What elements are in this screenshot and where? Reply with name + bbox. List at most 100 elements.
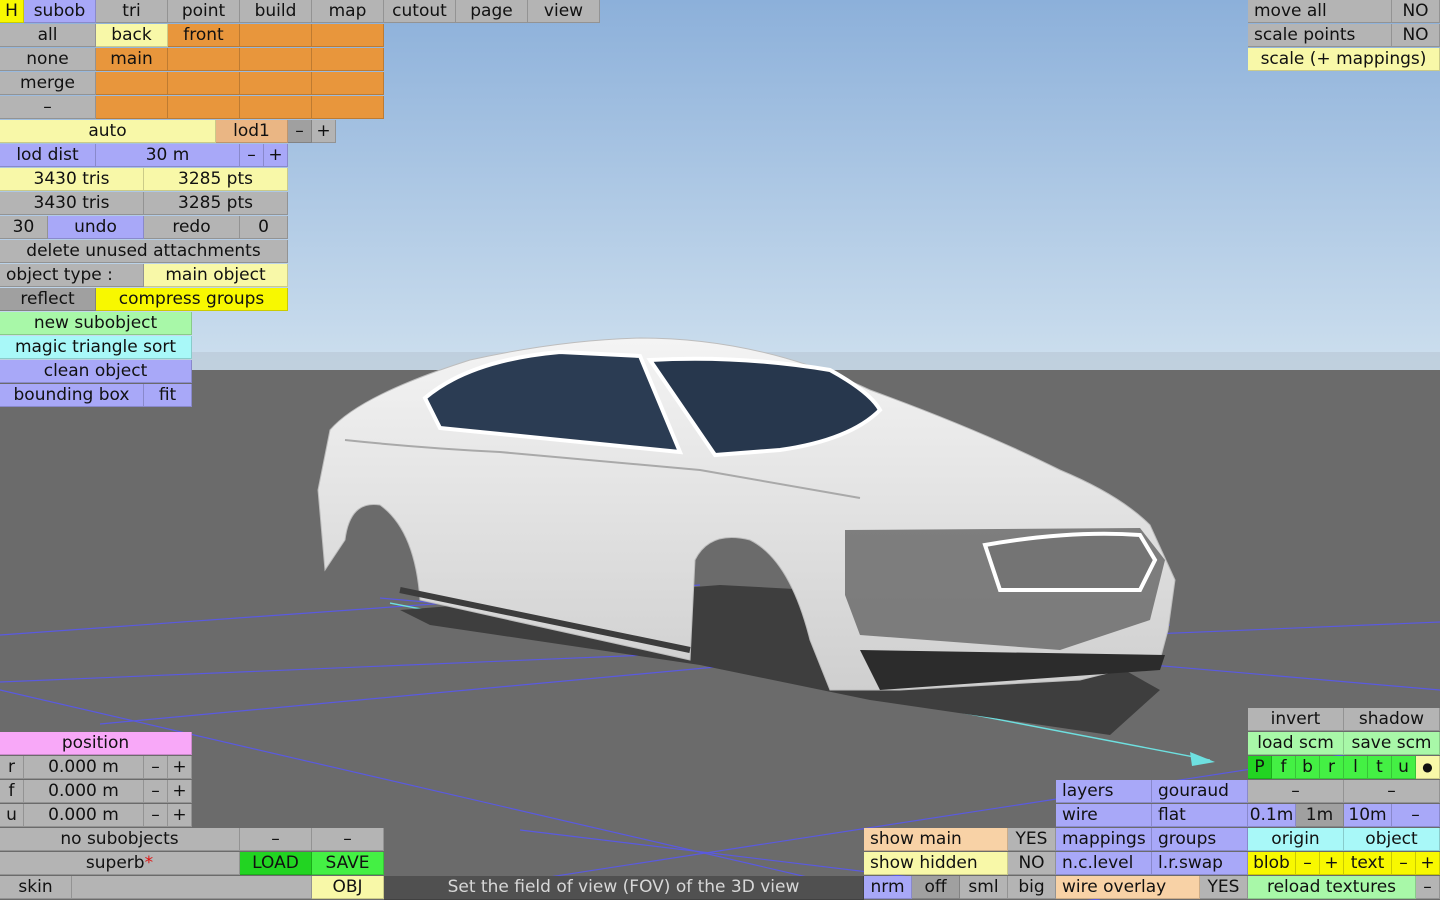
blob-plus-button[interactable]: +	[1320, 852, 1344, 875]
save-scm-button[interactable]: save scm	[1344, 732, 1440, 755]
blob-button[interactable]: blob	[1248, 852, 1296, 875]
clean-object-button[interactable]: clean object	[0, 360, 192, 383]
tab-build[interactable]: build	[240, 0, 312, 23]
object-type-value[interactable]: main object	[144, 264, 288, 287]
magic-triangle-sort-button[interactable]: magic triangle sort	[0, 336, 192, 359]
mappings-button[interactable]: mappings	[1056, 828, 1152, 851]
render-quality-button[interactable]: superb*	[0, 852, 240, 875]
text-button[interactable]: text	[1344, 852, 1392, 875]
position-f-minus-button[interactable]: –	[144, 780, 168, 803]
groups-button[interactable]: groups	[1152, 828, 1248, 851]
lr-swap-button[interactable]: l.r.swap	[1152, 852, 1248, 875]
small-button[interactable]: sml	[960, 876, 1008, 899]
show-hidden-value[interactable]: NO	[1008, 852, 1056, 875]
show-hidden-toggle[interactable]: show hidden	[864, 852, 1008, 875]
wire-overlay-toggle[interactable]: wire overlay	[1056, 876, 1200, 899]
grid-prev-button[interactable]: –	[1248, 780, 1344, 803]
layers-button[interactable]: layers	[1056, 780, 1152, 803]
move-all-value[interactable]: NO	[1392, 0, 1440, 23]
undo-button[interactable]: undo	[48, 216, 144, 239]
redo-button[interactable]: redo	[144, 216, 240, 239]
normal-size-button[interactable]: nrm	[864, 876, 912, 899]
load-scm-button[interactable]: load scm	[1248, 732, 1344, 755]
subobject-slot[interactable]	[312, 96, 384, 119]
scale-mappings-button[interactable]: scale (+ mappings)	[1248, 48, 1440, 71]
tab-view[interactable]: view	[528, 0, 600, 23]
position-u-minus-button[interactable]: –	[144, 804, 168, 827]
delete-unused-attachments-button[interactable]: delete unused attachments	[0, 240, 288, 263]
subobject-main[interactable]: main	[96, 48, 168, 71]
gouraud-button[interactable]: gouraud	[1152, 780, 1248, 803]
view-right-button[interactable]: r	[1320, 756, 1344, 779]
lod-plus-button[interactable]: +	[312, 120, 336, 143]
subobject-next-button[interactable]: –	[312, 828, 384, 851]
flat-button[interactable]: flat	[1152, 804, 1248, 827]
subobject-slot[interactable]	[240, 48, 312, 71]
position-u-plus-button[interactable]: +	[168, 804, 192, 827]
obj-button[interactable]: OBJ	[312, 876, 384, 899]
position-value-u[interactable]: 0.000 m	[24, 804, 144, 827]
save-button[interactable]: SAVE	[312, 852, 384, 875]
grid-next-button[interactable]: –	[1344, 780, 1440, 803]
lod-dist-minus-button[interactable]: –	[240, 144, 264, 167]
subobject-slot[interactable]	[240, 72, 312, 95]
view-perspective-button[interactable]: P	[1248, 756, 1272, 779]
subobject-slot[interactable]	[96, 72, 168, 95]
reflect-button[interactable]: reflect	[0, 288, 96, 311]
shadow-button[interactable]: shadow	[1344, 708, 1440, 731]
invert-button[interactable]: invert	[1248, 708, 1344, 731]
grid-minus-button[interactable]: –	[1392, 804, 1440, 827]
object-button[interactable]: object	[1344, 828, 1440, 851]
position-value-f[interactable]: 0.000 m	[24, 780, 144, 803]
big-button[interactable]: big	[1008, 876, 1056, 899]
lod-dist-value[interactable]: 30 m	[96, 144, 240, 167]
show-main-toggle[interactable]: show main	[864, 828, 1008, 851]
select-all-button[interactable]: all	[0, 24, 96, 47]
origin-button[interactable]: origin	[1248, 828, 1344, 851]
view-back-button[interactable]: b	[1296, 756, 1320, 779]
subobject-slot[interactable]	[168, 72, 240, 95]
tab-point[interactable]: point	[168, 0, 240, 23]
view-under-button[interactable]: u	[1392, 756, 1416, 779]
grid-1m-button[interactable]: 1m	[1296, 804, 1344, 827]
position-r-minus-button[interactable]: –	[144, 756, 168, 779]
skin-button[interactable]: skin	[0, 876, 72, 899]
scale-points-button[interactable]: scale points	[1248, 24, 1392, 47]
subobject-slot[interactable]	[96, 96, 168, 119]
show-main-value[interactable]: YES	[1008, 828, 1056, 851]
position-value-r[interactable]: 0.000 m	[24, 756, 144, 779]
tab-cutout[interactable]: cutout	[384, 0, 456, 23]
bounding-box-button[interactable]: bounding box	[0, 384, 144, 407]
view-left-button[interactable]: l	[1344, 756, 1368, 779]
lod-dist-plus-button[interactable]: +	[264, 144, 288, 167]
position-f-plus-button[interactable]: +	[168, 780, 192, 803]
subobject-slot[interactable]	[240, 96, 312, 119]
tab-map[interactable]: map	[312, 0, 384, 23]
move-all-button[interactable]: move all	[1248, 0, 1392, 23]
subobject-slot[interactable]	[312, 72, 384, 95]
subobject-slot[interactable]	[312, 48, 384, 71]
subobject-back[interactable]: back	[96, 24, 168, 47]
position-r-plus-button[interactable]: +	[168, 756, 192, 779]
wire-button[interactable]: wire	[1056, 804, 1152, 827]
text-minus-button[interactable]: –	[1392, 852, 1416, 875]
off-button[interactable]: off	[912, 876, 960, 899]
select-none-button[interactable]: none	[0, 48, 96, 71]
reload-minus-button[interactable]: –	[1416, 876, 1440, 899]
tab-subob[interactable]: subob	[24, 0, 96, 23]
view-top-button[interactable]: t	[1368, 756, 1392, 779]
view-dot-icon[interactable]: ●	[1416, 756, 1440, 779]
wire-overlay-value[interactable]: YES	[1200, 876, 1248, 899]
tab-page[interactable]: page	[456, 0, 528, 23]
dash-button[interactable]: –	[0, 96, 96, 119]
nc-level-button[interactable]: n.c.level	[1056, 852, 1152, 875]
load-button[interactable]: LOAD	[240, 852, 312, 875]
subobject-slot[interactable]	[168, 96, 240, 119]
view-front-button[interactable]: f	[1272, 756, 1296, 779]
fit-button[interactable]: fit	[144, 384, 192, 407]
compress-groups-button[interactable]: compress groups	[96, 288, 288, 311]
reload-textures-button[interactable]: reload textures	[1248, 876, 1416, 899]
skin-field[interactable]	[72, 876, 312, 899]
subobject-slot[interactable]	[240, 24, 312, 47]
tab-tri[interactable]: tri	[96, 0, 168, 23]
